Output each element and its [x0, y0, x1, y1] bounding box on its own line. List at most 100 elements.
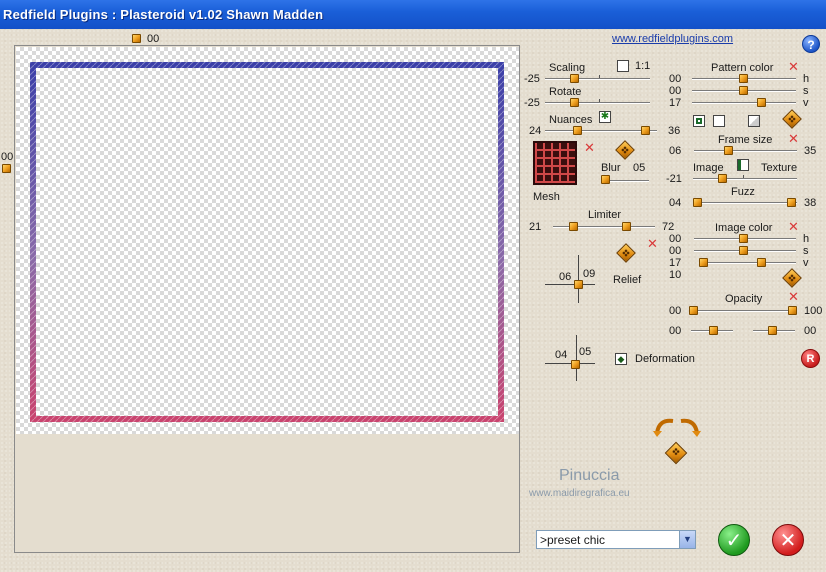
- scaling-slider-tick: [599, 75, 600, 78]
- pattern-mode-option-3[interactable]: [748, 115, 760, 127]
- relief-pad-vertical: [578, 255, 579, 303]
- nuances-max-handle[interactable]: [641, 126, 650, 135]
- image-sat-slider-handle[interactable]: [739, 246, 748, 255]
- blur-slider-handle[interactable]: [601, 175, 610, 184]
- frame-size-slider-handle[interactable]: [724, 146, 733, 155]
- deformation-checkbox[interactable]: ◆: [615, 353, 627, 365]
- deformation-x: 04: [555, 349, 568, 361]
- nuances-label: Nuances: [549, 114, 593, 126]
- image-val-slider-track[interactable]: [699, 262, 796, 263]
- pattern-hue-slider-handle[interactable]: [739, 74, 748, 83]
- blur-value: 05: [633, 162, 646, 174]
- redfield-link[interactable]: www.redfieldplugins.com: [612, 33, 733, 45]
- preview-top-offset-value: 00: [147, 33, 160, 45]
- frame-border: [30, 62, 504, 422]
- nuances-checkbox[interactable]: ✱: [599, 111, 611, 123]
- scaling-slider-handle[interactable]: [570, 74, 579, 83]
- pattern-random-icon[interactable]: [782, 109, 802, 129]
- ok-button[interactable]: ✓: [718, 524, 750, 556]
- reset-all-button[interactable]: R: [801, 349, 820, 368]
- preview-top-offset-handle[interactable]: [132, 34, 141, 43]
- pattern-sat-slider-handle[interactable]: [739, 86, 748, 95]
- rotate-slider-track[interactable]: [545, 102, 650, 103]
- image-val-min-handle[interactable]: [699, 258, 708, 267]
- deformation-label: Deformation: [635, 353, 695, 365]
- nuances-min-handle[interactable]: [573, 126, 582, 135]
- image-val-max-handle[interactable]: [757, 258, 766, 267]
- image-color-v: 17: [669, 257, 682, 269]
- image-color-random-icon[interactable]: [782, 268, 802, 288]
- pattern-val-slider-handle[interactable]: [757, 98, 766, 107]
- preview-canvas[interactable]: [16, 47, 519, 434]
- image-hue-slider-handle[interactable]: [739, 234, 748, 243]
- image-s-letter: s: [803, 245, 809, 257]
- rotate-slider-handle[interactable]: [570, 98, 579, 107]
- limiter-min-handle[interactable]: [569, 222, 578, 231]
- preview-panel: [14, 45, 520, 553]
- opacity-label: Opacity: [725, 293, 763, 305]
- opacity-min-2: 00: [669, 325, 682, 337]
- mesh-random-icon[interactable]: [615, 140, 635, 160]
- pattern-val-slider-track[interactable]: [692, 102, 796, 103]
- image-color-reset-icon[interactable]: ✕: [788, 220, 799, 233]
- pattern-color-reset-icon[interactable]: ✕: [788, 60, 799, 73]
- relief-reset-icon[interactable]: ✕: [647, 237, 658, 250]
- opacity-slider-2-right-handle[interactable]: [768, 326, 777, 335]
- relief-pad-horizontal: [545, 284, 595, 285]
- pattern-mode-option-1[interactable]: [693, 115, 705, 127]
- frame-size-reset-icon[interactable]: ✕: [788, 132, 799, 145]
- relief-y: 09: [583, 268, 596, 280]
- window-title: Redfield Plugins : Plasteroid v1.02 Shaw…: [0, 0, 826, 29]
- scaling-slider-track[interactable]: [545, 78, 650, 79]
- rotate-slider-tick: [599, 99, 600, 102]
- limiter-min: 21: [529, 221, 542, 233]
- frame-size-slider-track[interactable]: [694, 150, 797, 151]
- opacity-min-handle[interactable]: [689, 306, 698, 315]
- image-texture-toggle[interactable]: [737, 159, 749, 171]
- scaling-label: Scaling: [549, 62, 586, 74]
- cancel-button[interactable]: ✕: [772, 524, 804, 556]
- chevron-down-icon[interactable]: ▼: [679, 531, 695, 548]
- opacity-max-handle[interactable]: [788, 306, 797, 315]
- scaling-value: -25: [524, 73, 540, 85]
- mesh-pattern-swatch[interactable]: [533, 141, 577, 185]
- opacity-reset-icon[interactable]: ✕: [788, 290, 799, 303]
- opacity-slider-track[interactable]: [689, 310, 795, 311]
- nuances-min: 24: [529, 125, 542, 137]
- image-v-letter: v: [803, 257, 809, 269]
- randomize-arrows-icon[interactable]: [651, 415, 703, 437]
- limiter-max-handle[interactable]: [622, 222, 631, 231]
- watermark-site: www.maidiregrafica.eu: [529, 488, 630, 499]
- opacity-min: 00: [669, 305, 682, 317]
- relief-x: 06: [559, 271, 572, 283]
- image-texture-slider-handle[interactable]: [718, 174, 727, 183]
- mesh-reset-icon[interactable]: ✕: [584, 141, 595, 154]
- ratio-checkbox[interactable]: [617, 60, 629, 72]
- limiter-max: 72: [662, 221, 675, 233]
- preset-selected-value: >preset chic: [540, 533, 606, 547]
- randomize-all-icon[interactable]: [664, 441, 688, 465]
- frame-size-min: 06: [669, 145, 682, 157]
- image-color-extra: 10: [669, 269, 682, 281]
- relief-random-icon[interactable]: [616, 243, 636, 263]
- preview-left-offset-handle[interactable]: [2, 164, 11, 173]
- pattern-s-letter: s: [803, 85, 809, 97]
- fuzz-slider-track[interactable]: [693, 202, 797, 203]
- deformation-y: 05: [579, 346, 592, 358]
- fuzz-min: 04: [669, 197, 682, 209]
- fuzz-max-handle[interactable]: [787, 198, 796, 207]
- fuzz-min-handle[interactable]: [693, 198, 702, 207]
- help-icon[interactable]: ?: [802, 35, 820, 53]
- ratio-label: 1:1: [635, 60, 651, 72]
- image-texture-slider-track[interactable]: [693, 178, 797, 179]
- relief-pad-handle[interactable]: [574, 280, 583, 289]
- watermark-name: Pinuccia: [559, 467, 620, 484]
- pattern-color-h: 00: [669, 73, 682, 85]
- opacity-slider-2-left-handle[interactable]: [709, 326, 718, 335]
- preset-select[interactable]: >preset chic ▼: [536, 530, 696, 549]
- rotate-label: Rotate: [549, 86, 582, 98]
- fuzz-label: Fuzz: [731, 186, 755, 198]
- deformation-pad-handle[interactable]: [571, 360, 580, 369]
- pattern-mode-option-2[interactable]: [713, 115, 725, 127]
- mesh-label: Mesh: [533, 191, 560, 203]
